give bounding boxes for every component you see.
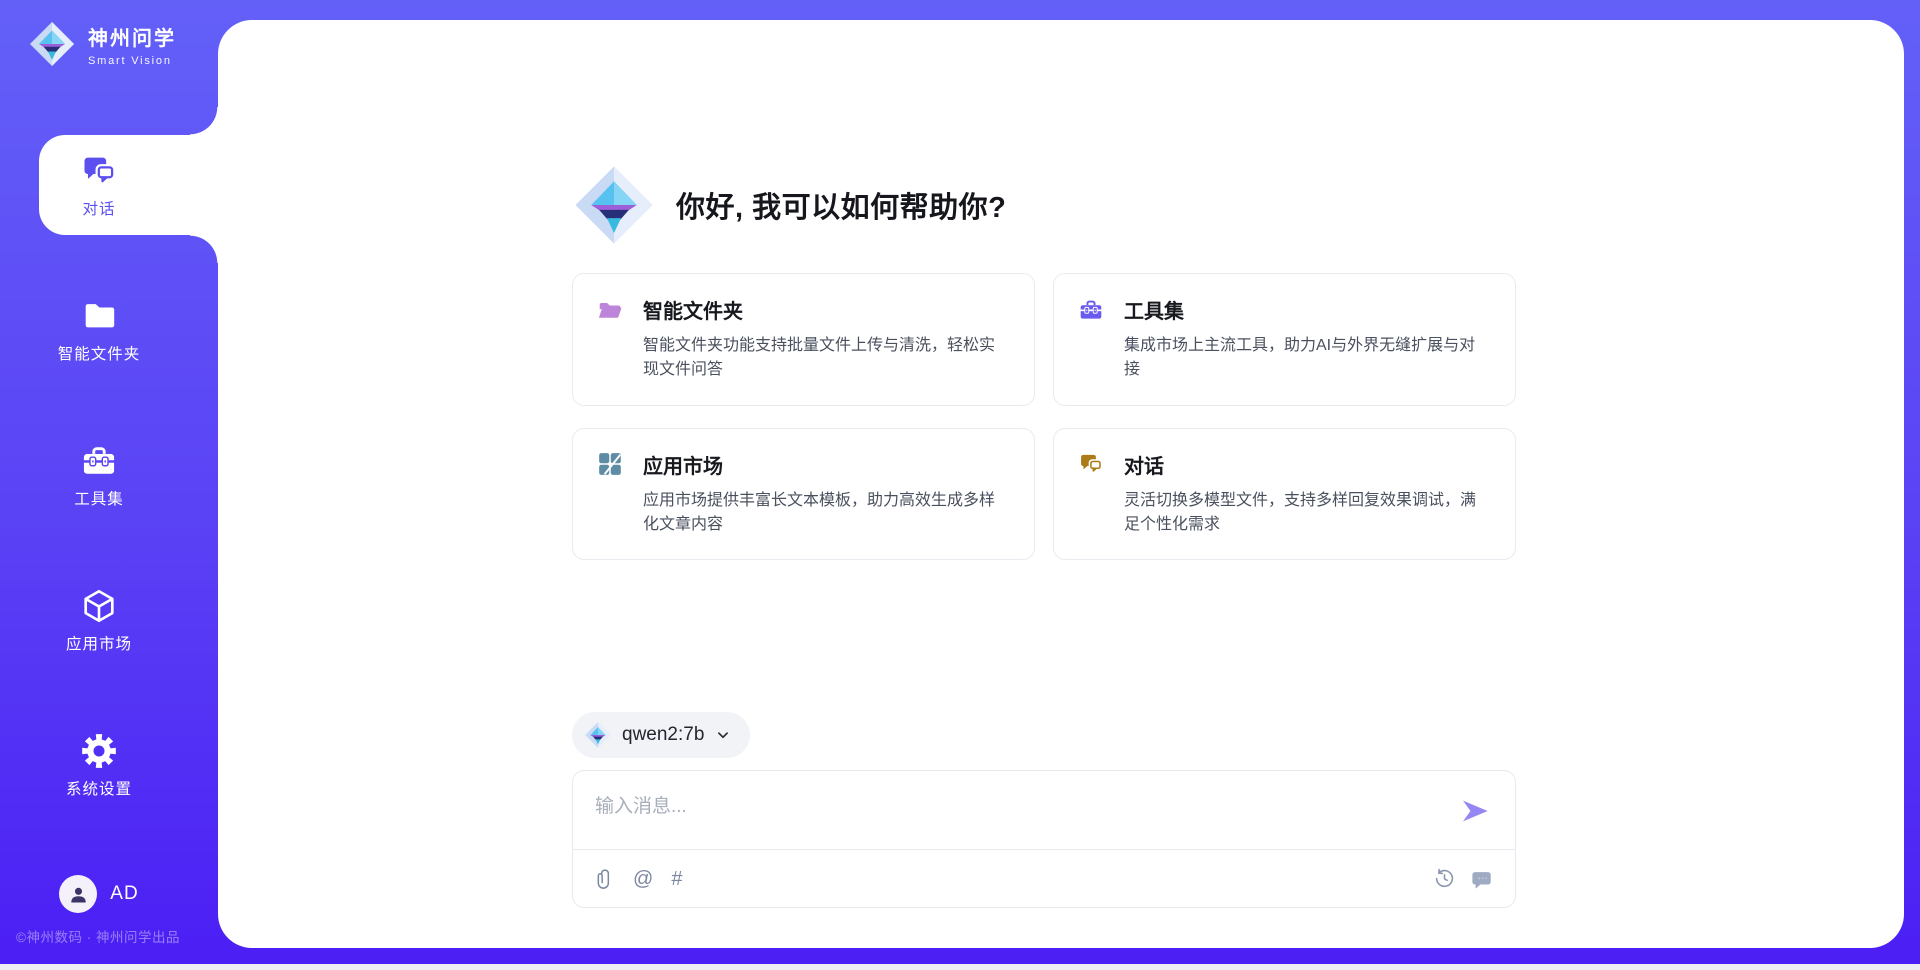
sidebar-nav: 对话 智能文件夹 工具集 应用市场 系统设置	[0, 135, 218, 815]
person-icon	[67, 883, 90, 906]
sidebar: 神州问学 Smart Vision 对话 智能文件夹 工具集 应用市场 系统设置	[0, 0, 218, 970]
gear-icon	[80, 732, 118, 770]
card-smart-folder[interactable]: 智能文件夹 智能文件夹功能支持批量文件上传与清洗，轻松实现文件问答	[572, 273, 1035, 406]
composer-tools-left: @ #	[595, 868, 682, 890]
history-button[interactable]	[1434, 868, 1455, 889]
conversation-button[interactable]	[1471, 868, 1493, 890]
briefcase-icon	[1078, 297, 1104, 323]
sidebar-item-smart-folder[interactable]: 智能文件夹	[0, 280, 218, 380]
send-icon	[1459, 795, 1491, 827]
sidebar-item-label: 应用市场	[66, 632, 132, 654]
folder-icon	[80, 297, 118, 335]
window-bottom-strip	[0, 964, 1920, 970]
brand-logo-block: 神州问学 Smart Vision	[0, 0, 218, 68]
sidebar-item-label: 系统设置	[66, 777, 132, 799]
hash-icon: #	[671, 869, 682, 889]
avatar	[59, 875, 97, 913]
sidebar-item-label: 工具集	[74, 487, 124, 509]
cube-icon	[80, 587, 118, 625]
card-toolset[interactable]: 工具集 集成市场上主流工具，助力AI与外界无缝扩展与对接	[1053, 273, 1516, 406]
composer-input-area	[573, 771, 1515, 849]
sidebar-item-toolset[interactable]: 工具集	[0, 425, 218, 525]
card-header: 工具集	[1078, 295, 1491, 324]
shortcut-cards: 智能文件夹 智能文件夹功能支持批量文件上传与清洗，轻松实现文件问答 工具集 集成…	[572, 273, 1516, 560]
card-description: 集成市场上主流工具，助力AI与外界无缝扩展与对接	[1124, 334, 1491, 383]
chat-icon	[80, 152, 118, 190]
card-chat[interactable]: 对话 灵活切换多模型文件，支持多样回复效果调试，满足个性化需求	[1053, 428, 1516, 561]
brand-diamond-icon	[28, 20, 76, 68]
composer-toolbar: @ #	[573, 849, 1515, 907]
hashtag-button[interactable]: #	[671, 869, 682, 889]
at-icon: @	[633, 869, 653, 889]
brand-name-cn: 神州问学	[88, 22, 176, 51]
brand-text: 神州问学 Smart Vision	[88, 22, 176, 67]
history-icon	[1434, 868, 1455, 889]
sidebar-item-label: 智能文件夹	[58, 342, 141, 364]
brand-diamond-icon	[584, 721, 612, 749]
sidebar-item-chat[interactable]: 对话	[0, 135, 218, 235]
chat-icon	[1078, 451, 1104, 477]
send-button[interactable]	[1457, 793, 1493, 829]
card-description: 应用市场提供丰富长文本模板，助力高效生成多样化文章内容	[643, 489, 1010, 538]
chat-bubble-icon	[1471, 868, 1493, 890]
card-header: 对话	[1078, 450, 1491, 479]
folder-open-icon	[597, 297, 623, 323]
card-title: 应用市场	[643, 450, 723, 479]
model-name: qwen2:7b	[622, 724, 704, 746]
mention-button[interactable]: @	[633, 869, 653, 889]
greeting-title: 你好, 我可以如何帮助你?	[676, 184, 1006, 226]
card-description: 灵活切换多模型文件，支持多样回复效果调试，满足个性化需求	[1124, 489, 1491, 538]
main-content: 你好, 我可以如何帮助你? 智能文件夹 智能文件夹功能支持批量文件上传与清洗，轻…	[572, 20, 1516, 948]
user-initials: AD	[110, 883, 138, 905]
card-title: 智能文件夹	[643, 295, 743, 324]
message-input[interactable]	[573, 771, 1515, 849]
card-header: 智能文件夹	[597, 295, 1010, 324]
toolbox-icon	[80, 442, 118, 480]
main-panel: 你好, 我可以如何帮助你? 智能文件夹 智能文件夹功能支持批量文件上传与清洗，轻…	[218, 20, 1904, 948]
greeting: 你好, 我可以如何帮助你?	[572, 163, 1516, 247]
composer-tools-right	[1434, 868, 1493, 890]
message-composer: @ #	[572, 770, 1516, 908]
card-title: 对话	[1124, 450, 1164, 479]
model-selector[interactable]: qwen2:7b	[572, 712, 750, 758]
active-tab-background	[39, 135, 218, 235]
paperclip-icon	[595, 868, 615, 890]
grid-icon	[597, 451, 623, 477]
brand-diamond-icon	[572, 163, 656, 247]
user-profile[interactable]: AD	[0, 875, 218, 913]
card-header: 应用市场	[597, 450, 1010, 479]
sidebar-item-app-market[interactable]: 应用市场	[0, 570, 218, 670]
attach-file-button[interactable]	[595, 868, 615, 890]
card-app-market[interactable]: 应用市场 应用市场提供丰富长文本模板，助力高效生成多样化文章内容	[572, 428, 1035, 561]
sidebar-item-settings[interactable]: 系统设置	[0, 715, 218, 815]
brand-name-en: Smart Vision	[88, 55, 176, 67]
card-description: 智能文件夹功能支持批量文件上传与清洗，轻松实现文件问答	[643, 334, 1010, 383]
copyright-footer: ©神州数码 · 神州问学出品	[16, 926, 180, 946]
spacer	[572, 560, 1516, 712]
sidebar-item-label: 对话	[82, 197, 115, 219]
chevron-down-icon	[714, 726, 732, 744]
card-title: 工具集	[1124, 295, 1184, 324]
